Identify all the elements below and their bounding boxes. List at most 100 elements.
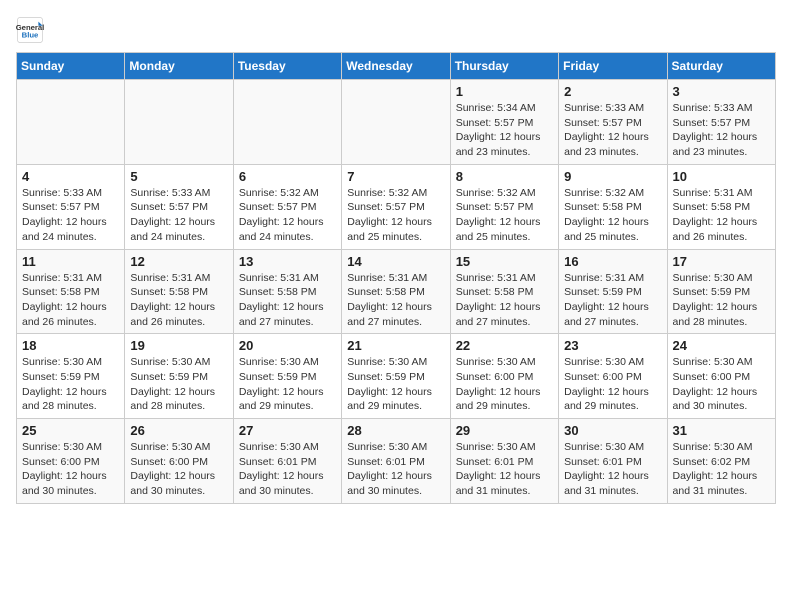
day-cell: 13Sunrise: 5:31 AM Sunset: 5:58 PM Dayli… xyxy=(233,249,341,334)
day-cell: 4 Sunrise: 5:33 AM Sunset: 5:57 PM Daylig… xyxy=(17,164,125,249)
day-info: Sunrise: 5:31 AM Sunset: 5:58 PM Dayligh… xyxy=(22,271,119,330)
day-info: Sunrise: 5:32 AM Sunset: 5:57 PM Dayligh… xyxy=(456,186,553,245)
day-info: Sunrise: 5:31 AM Sunset: 5:58 PM Dayligh… xyxy=(673,186,770,245)
day-number: 29 xyxy=(456,423,553,438)
day-cell xyxy=(125,80,233,165)
day-number: 18 xyxy=(22,338,119,353)
day-info: Sunrise: 5:30 AM Sunset: 6:01 PM Dayligh… xyxy=(564,440,661,499)
day-number: 1 xyxy=(456,84,553,99)
day-cell: 18 Sunrise: 5:30 AM Sunset: 5:59 PM Dayli… xyxy=(17,334,125,419)
day-cell: 22Sunrise: 5:30 AM Sunset: 6:00 PM Dayli… xyxy=(450,334,558,419)
day-number: 11 xyxy=(22,254,119,269)
day-info: Sunrise: 5:30 AM Sunset: 5:59 PM Dayligh… xyxy=(130,355,227,414)
day-info: Sunrise: 5:31 AM Sunset: 5:58 PM Dayligh… xyxy=(130,271,227,330)
day-cell: 12 Sunrise: 5:31 AM Sunset: 5:58 PM Dayli… xyxy=(125,249,233,334)
day-cell: 16Sunrise: 5:31 AM Sunset: 5:59 PM Dayli… xyxy=(559,249,667,334)
day-info: Sunrise: 5:33 AM Sunset: 5:57 PM Dayligh… xyxy=(564,101,661,160)
day-info: Sunrise: 5:33 AM Sunset: 5:57 PM Dayligh… xyxy=(130,186,227,245)
day-number: 25 xyxy=(22,423,119,438)
day-cell xyxy=(342,80,450,165)
day-cell: 23 Sunrise: 5:30 AM Sunset: 6:00 PM Dayli… xyxy=(559,334,667,419)
day-cell: 7 Sunrise: 5:32 AM Sunset: 5:57 PM Daylig… xyxy=(342,164,450,249)
day-cell: 5 Sunrise: 5:33 AM Sunset: 5:57 PM Daylig… xyxy=(125,164,233,249)
day-info: Sunrise: 5:30 AM Sunset: 6:00 PM Dayligh… xyxy=(22,440,119,499)
day-cell: 11 Sunrise: 5:31 AM Sunset: 5:58 PM Dayli… xyxy=(17,249,125,334)
day-number: 3 xyxy=(673,84,770,99)
day-info: Sunrise: 5:30 AM Sunset: 6:00 PM Dayligh… xyxy=(130,440,227,499)
day-number: 26 xyxy=(130,423,227,438)
day-info: Sunrise: 5:32 AM Sunset: 5:57 PM Dayligh… xyxy=(347,186,444,245)
day-info: Sunrise: 5:31 AM Sunset: 5:58 PM Dayligh… xyxy=(239,271,336,330)
day-number: 12 xyxy=(130,254,227,269)
header-tuesday: Tuesday xyxy=(233,53,341,80)
day-cell xyxy=(17,80,125,165)
week-row-0: 1 Sunrise: 5:34 AM Sunset: 5:57 PM Daylig… xyxy=(17,80,776,165)
page-header: General Blue xyxy=(16,16,776,44)
day-number: 24 xyxy=(673,338,770,353)
week-row-2: 11 Sunrise: 5:31 AM Sunset: 5:58 PM Dayli… xyxy=(17,249,776,334)
day-number: 10 xyxy=(673,169,770,184)
day-number: 2 xyxy=(564,84,661,99)
day-cell: 28Sunrise: 5:30 AM Sunset: 6:01 PM Dayli… xyxy=(342,419,450,504)
day-number: 21 xyxy=(347,338,444,353)
day-cell: 2 Sunrise: 5:33 AM Sunset: 5:57 PM Daylig… xyxy=(559,80,667,165)
day-cell: 26 Sunrise: 5:30 AM Sunset: 6:00 PM Dayli… xyxy=(125,419,233,504)
day-info: Sunrise: 5:30 AM Sunset: 5:59 PM Dayligh… xyxy=(347,355,444,414)
header-thursday: Thursday xyxy=(450,53,558,80)
calendar-table: SundayMondayTuesdayWednesdayThursdayFrid… xyxy=(16,52,776,504)
logo-icon: General Blue xyxy=(16,16,44,44)
day-cell: 29 Sunrise: 5:30 AM Sunset: 6:01 PM Dayli… xyxy=(450,419,558,504)
day-info: Sunrise: 5:31 AM Sunset: 5:58 PM Dayligh… xyxy=(347,271,444,330)
day-info: Sunrise: 5:30 AM Sunset: 5:59 PM Dayligh… xyxy=(22,355,119,414)
day-info: Sunrise: 5:31 AM Sunset: 5:58 PM Dayligh… xyxy=(456,271,553,330)
day-number: 20 xyxy=(239,338,336,353)
header-monday: Monday xyxy=(125,53,233,80)
day-info: Sunrise: 5:33 AM Sunset: 5:57 PM Dayligh… xyxy=(22,186,119,245)
day-number: 5 xyxy=(130,169,227,184)
day-info: Sunrise: 5:30 AM Sunset: 5:59 PM Dayligh… xyxy=(239,355,336,414)
day-number: 9 xyxy=(564,169,661,184)
header-saturday: Saturday xyxy=(667,53,775,80)
week-row-3: 18 Sunrise: 5:30 AM Sunset: 5:59 PM Dayli… xyxy=(17,334,776,419)
day-info: Sunrise: 5:30 AM Sunset: 6:02 PM Dayligh… xyxy=(673,440,770,499)
day-info: Sunrise: 5:30 AM Sunset: 5:59 PM Dayligh… xyxy=(673,271,770,330)
header-wednesday: Wednesday xyxy=(342,53,450,80)
day-cell: 10 Sunrise: 5:31 AM Sunset: 5:58 PM Dayli… xyxy=(667,164,775,249)
day-number: 23 xyxy=(564,338,661,353)
day-cell: 27Sunrise: 5:30 AM Sunset: 6:01 PM Dayli… xyxy=(233,419,341,504)
svg-text:Blue: Blue xyxy=(22,31,39,40)
day-number: 31 xyxy=(673,423,770,438)
day-cell: 15 Sunrise: 5:31 AM Sunset: 5:58 PM Dayli… xyxy=(450,249,558,334)
day-cell: 20 Sunrise: 5:30 AM Sunset: 5:59 PM Dayli… xyxy=(233,334,341,419)
week-row-1: 4 Sunrise: 5:33 AM Sunset: 5:57 PM Daylig… xyxy=(17,164,776,249)
day-cell: 3 Sunrise: 5:33 AM Sunset: 5:57 PM Daylig… xyxy=(667,80,775,165)
day-number: 6 xyxy=(239,169,336,184)
day-info: Sunrise: 5:30 AM Sunset: 6:00 PM Dayligh… xyxy=(456,355,553,414)
day-number: 28 xyxy=(347,423,444,438)
day-number: 7 xyxy=(347,169,444,184)
day-info: Sunrise: 5:32 AM Sunset: 5:57 PM Dayligh… xyxy=(239,186,336,245)
day-info: Sunrise: 5:33 AM Sunset: 5:57 PM Dayligh… xyxy=(673,101,770,160)
day-cell: 6 Sunrise: 5:32 AM Sunset: 5:57 PM Daylig… xyxy=(233,164,341,249)
logo: General Blue xyxy=(16,16,44,44)
day-cell: 30 Sunrise: 5:30 AM Sunset: 6:01 PM Dayli… xyxy=(559,419,667,504)
day-cell: 24 Sunrise: 5:30 AM Sunset: 6:00 PM Dayli… xyxy=(667,334,775,419)
week-row-4: 25 Sunrise: 5:30 AM Sunset: 6:00 PM Dayli… xyxy=(17,419,776,504)
day-info: Sunrise: 5:30 AM Sunset: 6:01 PM Dayligh… xyxy=(456,440,553,499)
day-number: 8 xyxy=(456,169,553,184)
header-sunday: Sunday xyxy=(17,53,125,80)
day-number: 4 xyxy=(22,169,119,184)
day-info: Sunrise: 5:32 AM Sunset: 5:58 PM Dayligh… xyxy=(564,186,661,245)
day-number: 15 xyxy=(456,254,553,269)
day-number: 30 xyxy=(564,423,661,438)
day-number: 27 xyxy=(239,423,336,438)
day-cell xyxy=(233,80,341,165)
day-info: Sunrise: 5:34 AM Sunset: 5:57 PM Dayligh… xyxy=(456,101,553,160)
day-number: 16 xyxy=(564,254,661,269)
day-cell: 8 Sunrise: 5:32 AM Sunset: 5:57 PM Daylig… xyxy=(450,164,558,249)
day-number: 17 xyxy=(673,254,770,269)
day-cell: 19Sunrise: 5:30 AM Sunset: 5:59 PM Dayli… xyxy=(125,334,233,419)
day-info: Sunrise: 5:30 AM Sunset: 6:00 PM Dayligh… xyxy=(564,355,661,414)
day-cell: 21 Sunrise: 5:30 AM Sunset: 5:59 PM Dayli… xyxy=(342,334,450,419)
day-info: Sunrise: 5:30 AM Sunset: 6:00 PM Dayligh… xyxy=(673,355,770,414)
